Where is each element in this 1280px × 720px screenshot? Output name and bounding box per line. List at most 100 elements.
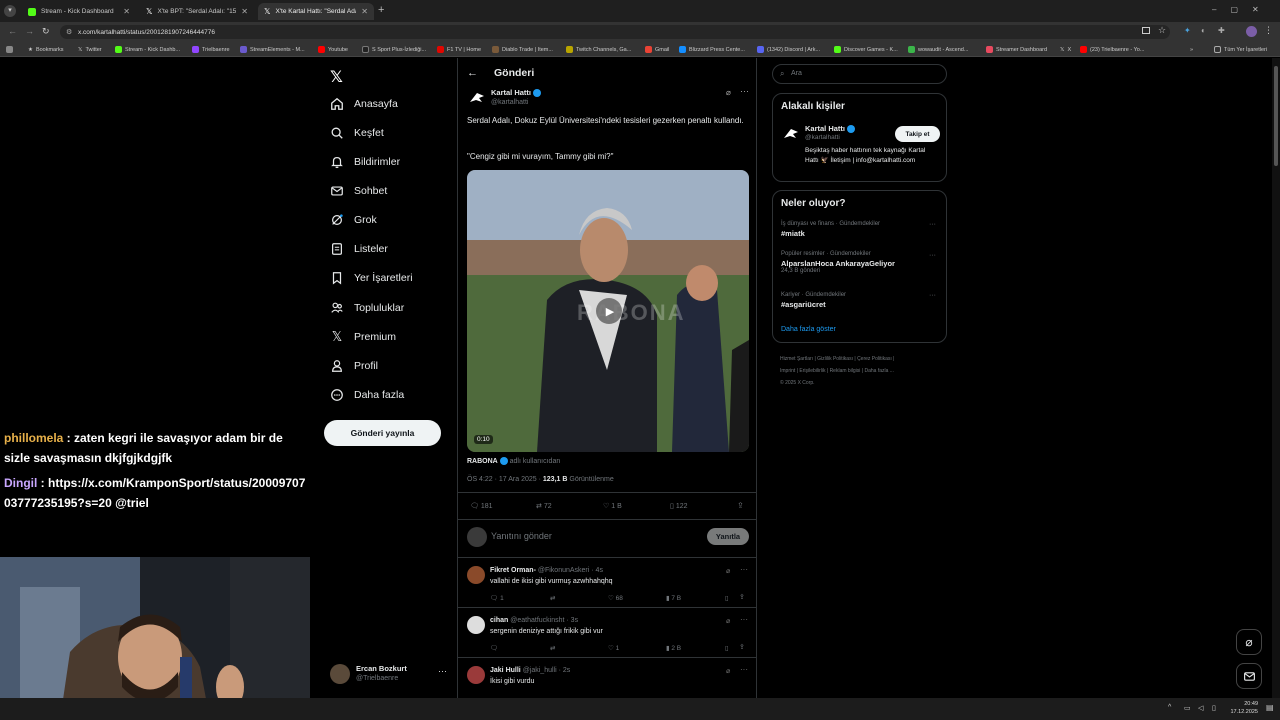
window-controls[interactable]: –▢✕ xyxy=(1212,5,1273,14)
more-icon[interactable]: ··· xyxy=(929,252,936,259)
reply-item[interactable]: Jaki Hulli @jaki_hulli · 2s ⌀ ··· İkisi … xyxy=(458,657,756,698)
close-icon[interactable]: ✕ xyxy=(361,7,368,16)
forward-icon[interactable]: → xyxy=(25,26,34,36)
back-arrow-icon[interactable]: ← xyxy=(467,67,478,79)
share-icon[interactable]: ⇪ xyxy=(739,643,745,651)
bookmark-item[interactable]: Stream - Kick Dashb... xyxy=(115,44,180,55)
all-bookmarks[interactable]: Tüm Yer İşaretleri xyxy=(1214,44,1267,55)
nav-communities[interactable]: Topluluklar xyxy=(330,297,404,319)
extensions-puzzle-icon[interactable]: ✚ xyxy=(1218,26,1225,35)
bookmark-icon[interactable]: ▯ xyxy=(725,594,729,602)
tray-chevron-icon[interactable]: ^ xyxy=(1168,704,1171,711)
profile-avatar[interactable] xyxy=(1246,26,1257,37)
nav-explore[interactable]: Keşfet xyxy=(330,122,384,144)
more-icon[interactable]: ··· xyxy=(929,292,936,299)
site-info-icon[interactable]: ⚙ xyxy=(66,28,72,36)
bookmark-item[interactable]: Streamer Dashboard xyxy=(986,44,1047,55)
avatar[interactable] xyxy=(467,616,485,634)
menu-icon[interactable]: ⋮ xyxy=(1264,25,1273,36)
bookmark-item[interactable]: (23) Trielbaenre - Yo... xyxy=(1080,44,1144,55)
bookmark-item[interactable]: (1342) Discord | Ark... xyxy=(757,44,820,55)
related-name[interactable]: Kartal Hattı xyxy=(805,124,856,134)
new-tab-button[interactable]: + xyxy=(378,4,384,16)
close-icon[interactable]: ✕ xyxy=(123,7,130,16)
avatar[interactable] xyxy=(467,566,485,584)
more-icon[interactable]: ··· xyxy=(740,86,749,96)
nav-grok[interactable]: Grok xyxy=(330,209,377,231)
extension-icon[interactable]: ◐ xyxy=(1201,26,1206,35)
avatar[interactable] xyxy=(781,124,801,144)
author-name[interactable]: Kartal Hattı xyxy=(491,88,542,98)
account-switcher[interactable]: Ercan Bozkurt @Trielbaenre ··· xyxy=(330,663,450,687)
grok-icon[interactable]: ⌀ xyxy=(726,88,731,97)
nav-premium[interactable]: 𝕏 Premium xyxy=(330,326,396,348)
bookmark-item[interactable]: Trielbaenre xyxy=(192,44,230,55)
views-count[interactable]: ▮ 7 B xyxy=(666,594,681,602)
bookmark-item[interactable]: 𝕏X xyxy=(1060,44,1071,55)
views-count[interactable]: ▮ 2 B xyxy=(666,644,681,652)
back-icon[interactable]: ← xyxy=(8,26,17,36)
nav-profile[interactable]: Profil xyxy=(330,355,378,377)
more-bookmarks-icon[interactable]: » xyxy=(1190,44,1193,55)
share-icon[interactable]: ⇪ xyxy=(737,501,744,510)
more-icon[interactable]: ··· xyxy=(929,221,936,228)
repost-button[interactable]: ⇄ 72 xyxy=(536,502,552,510)
scrollbar-thumb[interactable] xyxy=(1274,66,1278,166)
tab-search-icon[interactable]: ▾ xyxy=(4,5,16,17)
bookmark-item[interactable]: wowaudit - Ascend... xyxy=(908,44,968,55)
nav-more[interactable]: Daha fazla xyxy=(330,384,404,406)
reply-author[interactable]: cihan xyxy=(490,617,508,624)
bookmark-item[interactable]: Gmail xyxy=(645,44,669,55)
like-count[interactable]: ♡ 1 xyxy=(608,644,619,652)
post-button[interactable]: Gönderi yayınla xyxy=(324,420,441,446)
tab-x-kartal-hatti[interactable]: 𝕏 X'te Kartal Hattı: "Serdal Adalı, D ✕ xyxy=(258,3,374,20)
follow-button[interactable]: Takip et xyxy=(895,126,940,142)
like-count[interactable]: ♡ 68 xyxy=(608,594,623,602)
reload-icon[interactable]: ↻ xyxy=(42,26,50,37)
grok-icon[interactable]: ⌀ xyxy=(726,617,730,625)
more-icon[interactable]: ··· xyxy=(438,666,447,676)
notifications-icon[interactable]: ▤ xyxy=(1266,703,1274,712)
more-icon[interactable]: ··· xyxy=(740,565,748,574)
bookmark-button[interactable]: ▯ 122 xyxy=(670,502,688,510)
video-player[interactable]: RABONA ▶ 0:10 xyxy=(467,170,749,452)
messages-floating-button[interactable] xyxy=(1236,663,1262,689)
network-icon[interactable]: ▭ xyxy=(1184,704,1191,712)
reply-button[interactable]: 🗨 181 xyxy=(470,502,493,510)
close-icon[interactable]: ✕ xyxy=(241,7,248,16)
battery-icon[interactable]: ▯ xyxy=(1212,704,1216,712)
repost-icon[interactable]: ⇄ xyxy=(550,594,555,602)
show-more-link[interactable]: Daha fazla göster xyxy=(781,326,836,333)
page-scrollbar[interactable] xyxy=(1272,58,1280,698)
install-app-icon[interactable] xyxy=(1142,27,1150,34)
repost-icon[interactable]: ⇄ xyxy=(550,644,555,652)
search-input[interactable]: ⌕ Ara xyxy=(772,64,947,84)
like-button[interactable]: ♡ 1 B xyxy=(603,502,622,510)
nav-notifications[interactable]: Bildirimler xyxy=(330,151,400,173)
bookmark-item[interactable]: Twitch Channels, Ga... xyxy=(566,44,631,55)
grok-floating-button[interactable]: ⌀ xyxy=(1236,629,1262,655)
bookmark-star-icon[interactable]: ☆ xyxy=(1158,25,1166,36)
reply-item[interactable]: Fikret Orman- @FikonunAskeri · 4s ⌀ ··· … xyxy=(458,557,756,607)
avatar[interactable] xyxy=(467,666,485,684)
x-logo-icon[interactable]: 𝕏 xyxy=(330,67,343,87)
reply-icon[interactable]: 🗨 xyxy=(490,644,498,652)
share-icon[interactable]: ⇪ xyxy=(739,593,745,601)
avatar[interactable] xyxy=(467,88,487,108)
extension-icon[interactable]: ✦ xyxy=(1184,26,1191,35)
trend-item[interactable]: Kariyer · Gündemdekiler #asgariücret xyxy=(781,292,846,309)
bookmark-item[interactable]: Youtube xyxy=(318,44,348,55)
bookmark-item[interactable]: F1 TV | Home xyxy=(437,44,481,55)
bookmark-item[interactable]: Discover Games - K... xyxy=(834,44,898,55)
reply-item[interactable]: cihan @eathatfuckinsht · 3s ⌀ ··· sergen… xyxy=(458,607,756,657)
tab-x-bpt[interactable]: 𝕏 X'te BPT: "Serdal Adalı: "15.000 ✕ xyxy=(140,3,254,20)
tab-kick-dashboard[interactable]: Stream - Kick Dashboard ✕ xyxy=(22,3,136,20)
play-button[interactable]: ▶ xyxy=(596,298,622,324)
bookmark-item[interactable]: ★ Bookmarks xyxy=(28,44,63,55)
reply-input[interactable]: Yanıtını gönder xyxy=(491,531,552,541)
clock[interactable]: 20:49 17.12.2025 xyxy=(1228,700,1258,716)
bookmark-item[interactable]: S Sport Plus-İzlediği... xyxy=(362,44,426,55)
grok-icon[interactable]: ⌀ xyxy=(726,567,730,575)
reply-count[interactable]: 🗨 1 xyxy=(490,594,504,602)
more-icon[interactable]: ··· xyxy=(740,665,748,674)
